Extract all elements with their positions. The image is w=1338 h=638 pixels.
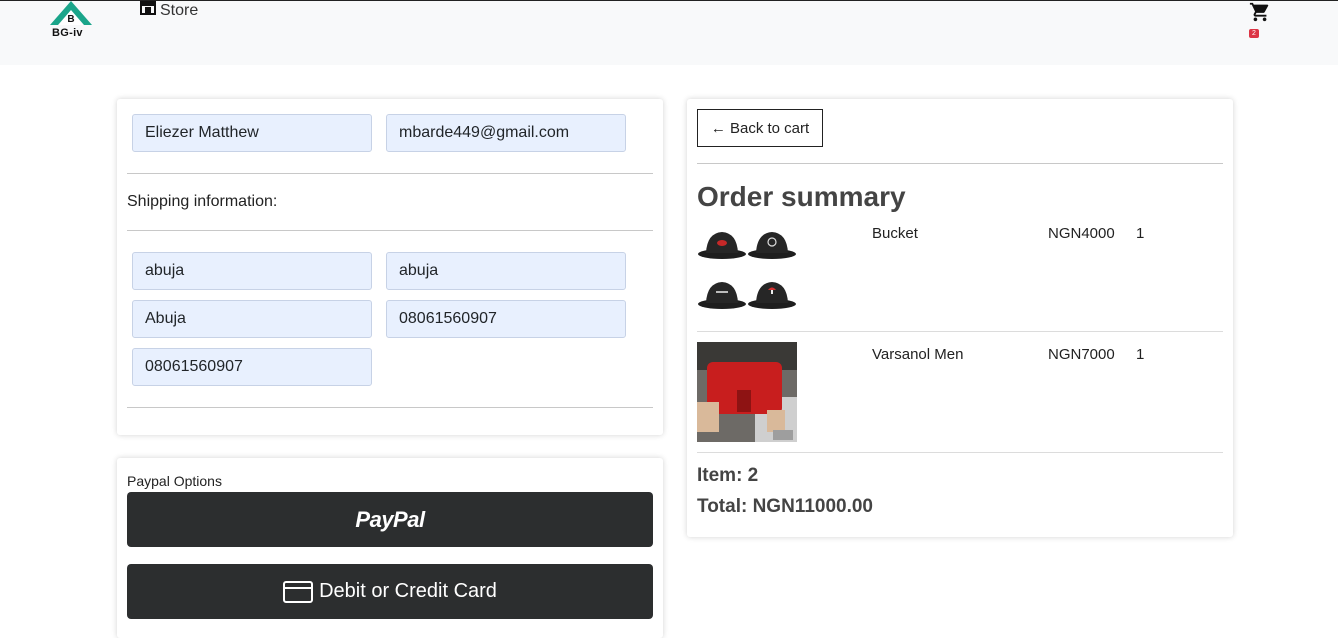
card-button-label: Debit or Credit Card — [319, 580, 497, 602]
item-price: NGN4000 — [1048, 225, 1115, 242]
item-quantity: 1 — [1136, 346, 1145, 363]
divider — [697, 163, 1223, 164]
nav-store-link[interactable]: Store — [139, 1, 199, 20]
item-count: Item: 2 — [697, 465, 759, 486]
divider — [697, 331, 1223, 332]
nav-store-label: Store — [160, 2, 199, 19]
store-icon — [140, 1, 156, 15]
order-summary-card: ← Back to cart Order summary Bucket NGN4… — [687, 99, 1233, 537]
item-name: Bucket — [872, 225, 918, 242]
brand-text: BG-iv — [52, 27, 83, 39]
debit-credit-card-button[interactable]: Debit or Credit Card — [127, 564, 653, 619]
item-price: NGN7000 — [1048, 346, 1115, 363]
zipcode-field[interactable]: 08061560907 — [386, 300, 626, 338]
checkout-form-card: Eliezer Matthew mbarde449@gmail.com Ship… — [117, 99, 663, 435]
red-shorts-image — [697, 342, 797, 442]
city-field[interactable]: abuja — [386, 252, 626, 290]
paypal-logo: PayPal — [355, 506, 425, 532]
divider — [697, 452, 1223, 453]
item-quantity: 1 — [1136, 225, 1145, 242]
divider — [127, 173, 653, 174]
divider — [127, 407, 653, 408]
item-name: Varsanol Men — [872, 346, 964, 363]
credit-card-icon — [283, 580, 314, 603]
divider — [127, 230, 653, 231]
navbar: B BG-iv Store 2 — [0, 0, 1338, 65]
email-field[interactable]: mbarde449@gmail.com — [386, 114, 626, 152]
cart-icon[interactable] — [1249, 1, 1271, 23]
name-field[interactable]: Eliezer Matthew — [132, 114, 372, 152]
shipping-info-label: Shipping information: — [127, 193, 278, 210]
order-summary-title: Order summary — [697, 181, 906, 212]
order-total: Total: NGN11000.00 — [697, 496, 874, 517]
paypal-button[interactable]: PayPal — [127, 492, 653, 547]
phone-field[interactable]: 08061560907 — [132, 348, 372, 386]
bucket-hats-image — [698, 232, 796, 309]
state-field[interactable]: Abuja — [132, 300, 372, 338]
back-to-cart-button[interactable]: ← Back to cart — [697, 109, 823, 147]
paypal-options-label: Paypal Options — [127, 473, 222, 489]
address-field[interactable]: abuja — [132, 252, 372, 290]
cart-count-badge: 2 — [1249, 29, 1259, 38]
payment-options-card: Paypal Options PayPal Debit or Credit Ca… — [117, 458, 663, 638]
svg-text:B: B — [67, 14, 74, 25]
